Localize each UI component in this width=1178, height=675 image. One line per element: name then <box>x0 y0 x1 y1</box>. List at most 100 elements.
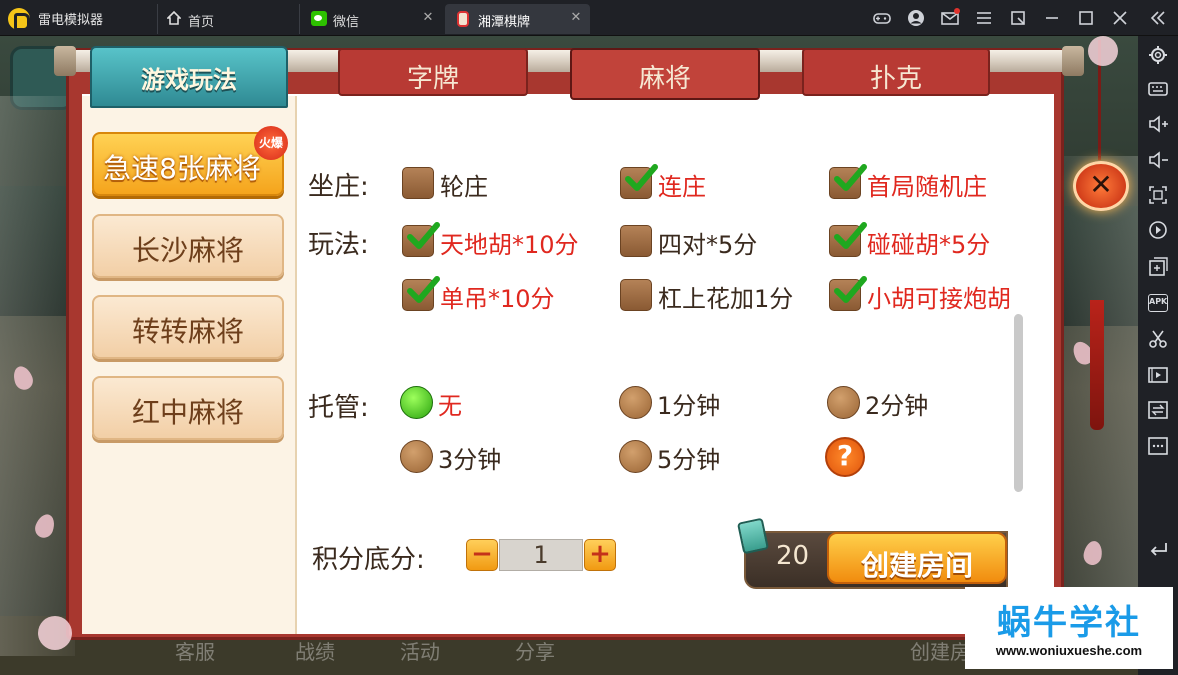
watermark-title: 蜗牛学社 <box>997 603 1141 643</box>
fullscreen-icon[interactable] <box>1146 184 1170 206</box>
bottom-item-activity[interactable]: 活动 <box>400 636 440 665</box>
side-item-label: 转转麻将 <box>131 315 244 348</box>
tab-close-icon[interactable]: ✕ <box>568 9 584 25</box>
scissors-icon[interactable] <box>1146 328 1170 350</box>
bottom-item-records[interactable]: 战绩 <box>295 636 335 665</box>
increment-button[interactable]: + <box>584 539 616 571</box>
app-logo-icon <box>8 8 30 31</box>
bottom-item-create[interactable]: 创建房 <box>910 636 970 665</box>
flower-decoration <box>38 616 72 650</box>
create-room-button[interactable]: 创建房间 <box>827 532 1007 584</box>
tab-home[interactable]: 首页 <box>157 4 297 34</box>
side-item-fast-8[interactable]: 急速8张麻将 火爆 <box>92 126 288 196</box>
check-icon <box>625 164 658 191</box>
help-icon[interactable]: ? <box>825 437 865 477</box>
minimize-icon[interactable] <box>1042 8 1062 28</box>
tab-close-icon[interactable]: ✕ <box>420 9 436 25</box>
score-label: 积分底分: <box>312 545 425 575</box>
collapse-sidebar-icon[interactable] <box>1148 8 1168 28</box>
checkbox[interactable] <box>620 279 652 311</box>
radio-button[interactable] <box>827 386 860 419</box>
bottom-item-service[interactable]: 客服 <box>175 636 215 665</box>
apk-icon[interactable]: APK <box>1148 294 1168 312</box>
gameplay-header: 游戏玩法 <box>90 46 288 108</box>
watermark-url: www.woniuxueshe.com <box>995 643 1143 658</box>
opt-label: 杠上花加1分 <box>658 285 794 313</box>
pin-window-icon[interactable] <box>1008 8 1028 28</box>
opt-label: 无 <box>438 392 462 420</box>
scroll-rod-cap <box>54 46 76 76</box>
game-icon <box>457 11 469 27</box>
opt-label: 3分钟 <box>438 446 502 474</box>
tab-home-label: 首页 <box>188 14 215 29</box>
check-icon <box>407 222 440 249</box>
volume-down-icon[interactable] <box>1146 149 1170 171</box>
tab-game-label: 湘潭棋牌 <box>478 14 531 29</box>
decrement-button[interactable]: − <box>466 539 498 571</box>
flower-decoration <box>1088 36 1118 66</box>
banker-label: 坐庄: <box>308 172 369 202</box>
scrollbar[interactable] <box>1014 314 1023 492</box>
tab-poker[interactable]: 扑克 <box>802 48 990 96</box>
maximize-icon[interactable] <box>1076 8 1096 28</box>
volume-up-icon[interactable] <box>1146 113 1170 135</box>
tab-poker-label: 扑克 <box>869 64 922 94</box>
more-icon[interactable] <box>1146 435 1170 457</box>
game-screen: 客服 战绩 活动 分享 创建房 游戏玩法 字牌 麻将 扑克 急速8张麻将 火爆 … <box>0 36 1138 675</box>
side-item-zhuanzhuan[interactable]: 转转麻将 <box>92 295 284 359</box>
side-item-changsha[interactable]: 长沙麻将 <box>92 214 284 278</box>
keyboard-icon[interactable] <box>1146 78 1170 100</box>
tab-wechat[interactable]: 微信 ✕ <box>299 4 442 34</box>
radio-button[interactable] <box>619 440 652 473</box>
add-window-icon[interactable] <box>1146 256 1170 278</box>
gamepad-icon[interactable] <box>872 8 892 28</box>
video-icon[interactable] <box>1146 364 1170 386</box>
scroll-rod-cap <box>1062 46 1084 76</box>
check-icon <box>834 276 867 303</box>
sync-icon[interactable] <box>1146 399 1170 421</box>
opt-label: 天地胡*10分 <box>440 231 579 259</box>
tab-zipai-label: 字牌 <box>406 64 459 94</box>
back-icon[interactable] <box>1146 538 1170 560</box>
opt-label: 小胡可接炮胡 <box>867 285 1011 313</box>
emulator-sidebar: APK <box>1138 36 1178 675</box>
score-value[interactable]: 1 <box>499 539 583 571</box>
side-item-hongzhong[interactable]: 红中麻将 <box>92 376 284 440</box>
checkbox[interactable] <box>402 167 434 199</box>
curtain-decoration <box>0 96 75 656</box>
side-item-label: 急速8张麻将 <box>103 152 261 185</box>
tab-zipai[interactable]: 字牌 <box>338 48 528 96</box>
watermark: 蜗牛学社 www.woniuxueshe.com <box>965 587 1173 669</box>
rotate-icon[interactable] <box>1146 219 1170 241</box>
opt-label: 1分钟 <box>657 392 721 420</box>
opt-label: 单吊*10分 <box>440 285 555 313</box>
opt-label: 四对*5分 <box>658 231 758 259</box>
opt-label: 2分钟 <box>865 392 929 420</box>
checkbox[interactable] <box>620 225 652 257</box>
check-icon <box>834 222 867 249</box>
radio-button[interactable] <box>400 386 433 419</box>
bottom-item-share[interactable]: 分享 <box>515 636 555 665</box>
side-item-label: 红中麻将 <box>131 396 244 429</box>
menu-icon[interactable] <box>974 8 994 28</box>
tab-game[interactable]: 湘潭棋牌 ✕ <box>445 4 590 34</box>
check-icon <box>407 276 440 303</box>
radio-button[interactable] <box>619 386 652 419</box>
opt-label: 5分钟 <box>657 446 721 474</box>
check-icon <box>834 164 867 191</box>
tab-mahjong[interactable]: 麻将 <box>570 48 760 100</box>
tab-mahjong-label: 麻将 <box>638 64 691 94</box>
close-window-icon[interactable] <box>1110 8 1130 28</box>
title-bar: 雷电模拟器 首页 微信 ✕ 湘潭棋牌 ✕ <box>0 0 1178 36</box>
account-icon[interactable] <box>906 8 926 28</box>
tassel-decoration <box>1090 300 1104 430</box>
side-item-label: 长沙麻将 <box>131 234 244 267</box>
close-dialog-button[interactable]: ✕ <box>1073 161 1129 211</box>
radio-button[interactable] <box>400 440 433 473</box>
hot-badge: 火爆 <box>254 126 288 160</box>
settings-icon[interactable] <box>1146 44 1170 66</box>
tab-wechat-label: 微信 <box>333 14 360 29</box>
gameplay-header-label: 游戏玩法 <box>141 66 237 94</box>
mail-icon[interactable] <box>940 8 960 28</box>
opt-label: 连庄 <box>658 173 706 201</box>
